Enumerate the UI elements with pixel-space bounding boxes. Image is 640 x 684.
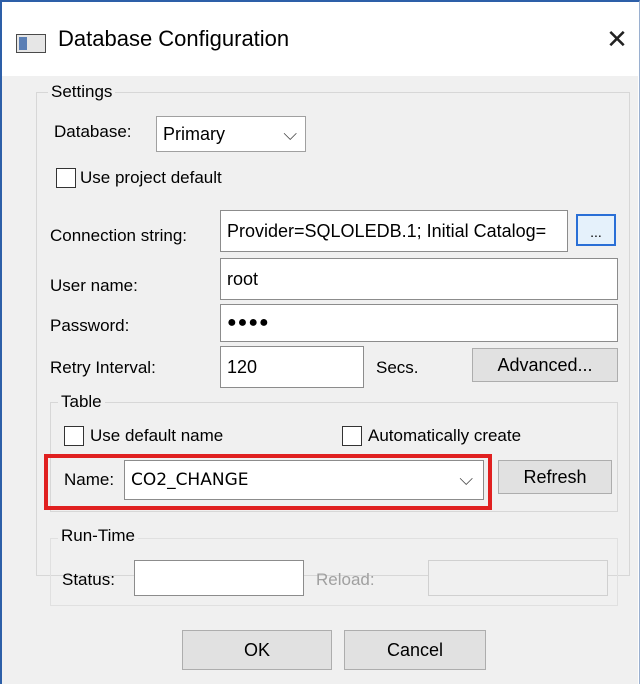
table-name-value: CO2_CHANGE xyxy=(131,470,249,490)
username-label: User name: xyxy=(50,276,138,295)
retry-interval-input[interactable]: 120 xyxy=(220,346,364,388)
chevron-down-icon: ⌵ xyxy=(283,124,297,144)
cancel-button[interactable]: Cancel xyxy=(344,630,486,670)
table-legend: Table xyxy=(58,392,105,412)
status-label: Status: xyxy=(62,570,115,589)
reload-input xyxy=(428,560,608,596)
password-input[interactable]: ●●●● xyxy=(220,304,618,342)
database-select[interactable]: Primary ⌵ xyxy=(156,116,306,152)
chevron-down-icon: ⌵ xyxy=(459,469,473,490)
close-icon[interactable]: ✕ xyxy=(600,22,634,56)
database-value: Primary xyxy=(163,124,225,144)
status-input xyxy=(134,560,304,596)
database-label: Database: xyxy=(54,122,132,141)
runtime-legend: Run-Time xyxy=(58,526,138,546)
auto-create-label: Automatically create xyxy=(368,426,522,445)
username-input[interactable]: root xyxy=(220,258,618,300)
connection-string-input[interactable]: Provider=SQLOLEDB.1; Initial Catalog= xyxy=(220,210,568,252)
auto-create-checkbox[interactable] xyxy=(342,426,362,446)
window-title: Database Configuration xyxy=(58,26,290,51)
window-icon xyxy=(16,34,46,53)
settings-legend: Settings xyxy=(48,82,116,102)
use-default-name-label: Use default name xyxy=(90,426,224,445)
advanced-button[interactable]: Advanced... xyxy=(472,348,618,382)
use-project-default-label: Use project default xyxy=(80,168,222,187)
password-label: Password: xyxy=(50,316,130,335)
connection-string-label: Connection string: xyxy=(50,226,188,245)
use-project-default-checkbox[interactable] xyxy=(56,168,76,188)
retry-interval-label: Retry Interval: xyxy=(50,358,156,377)
reload-label: Reload: xyxy=(316,570,375,589)
secs-label: Secs. xyxy=(376,358,419,377)
refresh-button[interactable]: Refresh xyxy=(498,460,612,494)
table-name-select[interactable]: CO2_CHANGE ⌵ xyxy=(124,460,484,500)
name-label: Name: xyxy=(64,470,115,489)
use-default-name-checkbox[interactable] xyxy=(64,426,84,446)
ok-button[interactable]: OK xyxy=(182,630,332,670)
browse-button[interactable]: ... xyxy=(576,214,616,246)
